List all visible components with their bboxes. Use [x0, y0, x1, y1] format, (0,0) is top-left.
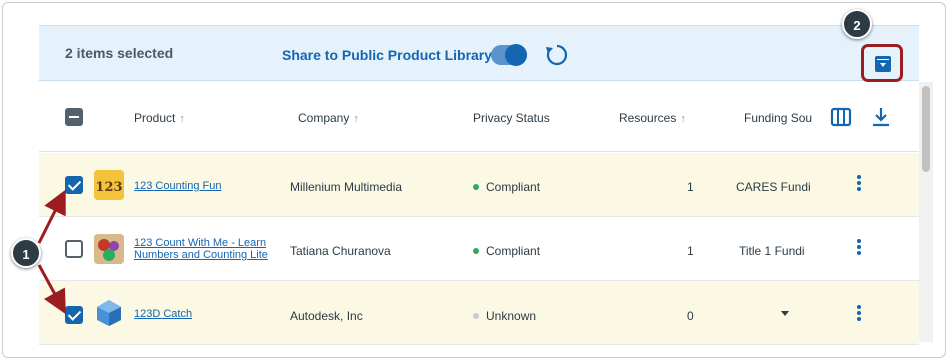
callout-2: 2 — [842, 9, 872, 39]
annotation-arrows — [37, 189, 66, 315]
callout-1: 1 — [11, 238, 41, 268]
screenshot-frame: 2 items selected Share to Public Product… — [2, 2, 946, 358]
